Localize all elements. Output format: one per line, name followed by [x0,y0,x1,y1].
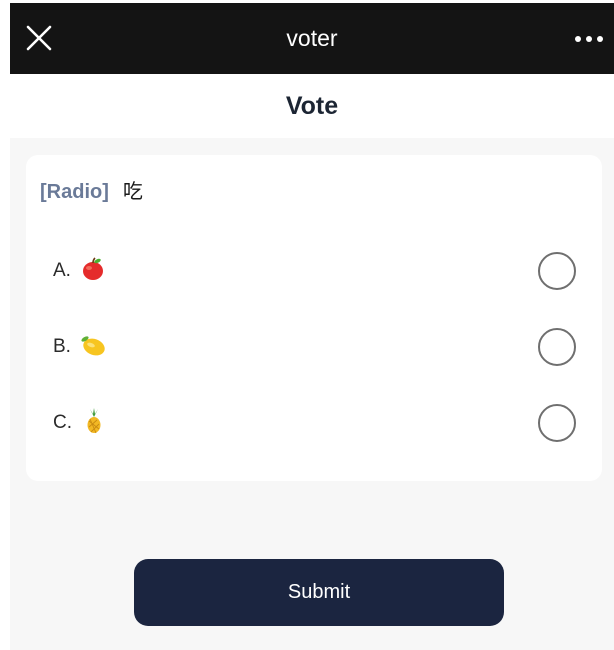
pineapple-icon [87,407,101,434]
option-letter: A. [53,260,71,281]
question-text: 吃 [122,181,143,203]
option-label: C. [53,393,107,453]
page-title: Vote [285,92,339,120]
radio-button[interactable] [538,328,576,366]
option-letter: B. [53,336,71,357]
submit-button[interactable]: Submit [134,559,504,626]
lemon-icon [81,336,105,356]
radio-button[interactable] [538,252,576,290]
radio-button[interactable] [538,404,576,442]
option-letter: C. [53,412,72,433]
app-frame: voter Vote [Radio] 吃 A. B. C. Submit [10,3,614,650]
page-header: Vote [10,74,614,138]
option-label: B. [53,317,106,377]
option-label: A. [53,241,106,301]
option-b[interactable]: B. [26,317,602,377]
question-type-tag: [Radio] [40,181,109,203]
top-bar: voter [10,3,614,74]
apple-icon [83,257,104,280]
option-a[interactable]: A. [26,241,602,301]
window-title: voter [286,25,338,51]
question-card: [Radio] 吃 A. B. C. [26,155,602,481]
question-heading: [Radio] 吃 [40,177,143,207]
option-c[interactable]: C. [26,393,602,453]
more-options-icon[interactable] [572,29,606,49]
